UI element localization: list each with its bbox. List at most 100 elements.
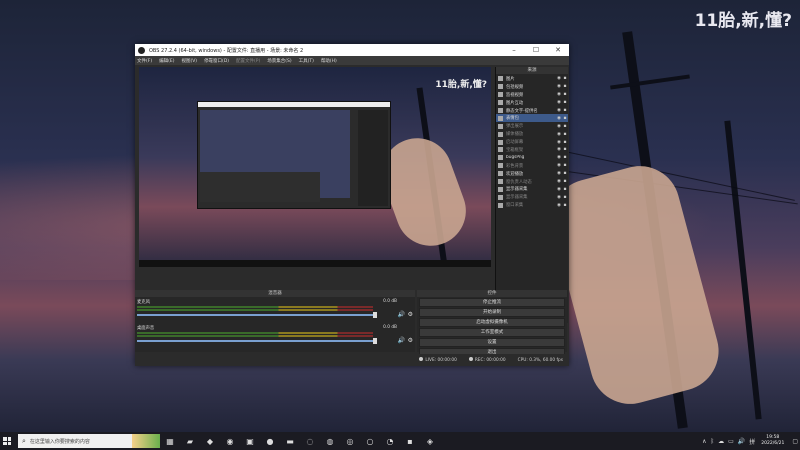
steam-icon[interactable]: ◎ — [343, 435, 357, 447]
menu-item[interactable]: 视图(V) — [181, 58, 197, 64]
menu-item[interactable]: 停靠窗口(D) — [204, 58, 229, 64]
source-item[interactable]: 宝箱框架 ◉ ▪ — [496, 146, 568, 154]
source-item[interactable]: 窗口采集 ◉ ▪ — [496, 201, 568, 209]
speaker-icon[interactable]: 🔊 — [738, 438, 745, 445]
controls-header: 控件 — [417, 290, 567, 297]
source-item[interactable]: 图片互动 ◉ ▪ — [496, 99, 568, 107]
app-icon[interactable]: ▪ — [403, 435, 417, 447]
gear-icon[interactable]: ⚙ — [408, 311, 413, 318]
source-item[interactable]: 监视视频 ◉ ▪ — [496, 91, 568, 99]
app-icon[interactable]: ▣ — [243, 435, 257, 447]
network-icon[interactable]: ▭ — [728, 438, 734, 445]
lock-icon[interactable]: ▪ — [562, 116, 568, 121]
lock-icon[interactable]: ▪ — [562, 147, 568, 152]
source-item[interactable]: 欢迎播放 ◉ ▪ — [496, 170, 568, 178]
volume-slider[interactable] — [137, 338, 377, 344]
lock-icon[interactable]: ▪ — [562, 132, 568, 137]
lock-icon[interactable]: ▪ — [562, 76, 568, 81]
source-item[interactable]: 表情包 ◉ ▪ — [496, 114, 568, 123]
image-icon — [498, 123, 503, 129]
wechat-icon[interactable]: ◍ — [323, 435, 337, 447]
sources-header: 来源 — [496, 67, 568, 74]
obs-icon[interactable]: ● — [263, 435, 277, 447]
title-bar[interactable]: OBS 27.2.4 (64-bit, windows) - 配置文件: 直播用… — [135, 44, 569, 56]
folder-icon — [498, 115, 503, 121]
close-icon[interactable]: ✕ — [547, 46, 569, 54]
source-item[interactable]: 媒体播放 ◉ ▪ — [496, 130, 568, 138]
menu-item[interactable]: 场景集合(S) — [267, 58, 291, 64]
folder-icon[interactable]: ▰ — [183, 435, 197, 447]
image-icon — [498, 76, 503, 82]
speaker-icon[interactable]: 🔊 — [398, 311, 405, 318]
menu-item[interactable]: 编辑(E) — [159, 58, 174, 64]
gear-icon[interactable]: ⚙ — [408, 337, 413, 344]
track-name: 麦克风 — [137, 300, 150, 305]
controls-list: 停止推流 开始录制 启动虚拟摄像机 工作室模式 设置 退出 — [417, 298, 567, 357]
bluetooth-icon[interactable]: ᛒ — [710, 438, 714, 445]
sources-panel: 来源 图片 ◉ ▪ 包括规频 ◉ ▪ 监视视频 ◉ ▪ 图片互动 ◉ ▪ 静态文字-提供名 ◉ ▪ 表情包 ◉ ▪… — [495, 67, 568, 323]
lock-icon[interactable]: ▪ — [562, 108, 568, 113]
menu-item[interactable]: 工具(T) — [299, 58, 314, 64]
menu-item[interactable]: 文件(F) — [137, 58, 152, 64]
lock-icon[interactable]: ▪ — [562, 124, 568, 129]
speaker-icon[interactable]: 🔊 — [398, 337, 405, 344]
clock-app-icon[interactable]: ◔ — [383, 435, 397, 447]
obs-window[interactable]: OBS 27.2.4 (64-bit, windows) - 配置文件: 直播用… — [135, 44, 569, 366]
lock-icon[interactable]: ▪ — [562, 155, 568, 160]
nested-sources — [358, 110, 388, 206]
lock-icon[interactable]: ▪ — [562, 171, 568, 176]
lock-icon[interactable]: ▪ — [562, 140, 568, 145]
lock-icon[interactable]: ▪ — [562, 179, 568, 184]
control-button[interactable]: 设置 — [419, 338, 565, 347]
volume-slider[interactable] — [137, 312, 377, 318]
source-item[interactable]: 窗仇贵人动态 ◉ ▪ — [496, 178, 568, 186]
notification-icon[interactable]: ▢ — [792, 438, 798, 445]
chrome-icon[interactable]: ◉ — [223, 435, 237, 447]
ime-icon[interactable]: 拼 — [749, 437, 755, 446]
source-item[interactable]: 彩色背景 ◉ ▪ — [496, 162, 568, 170]
audio-mixer: 混音器 麦克风 0.0 dB 🔊 ⚙ 桌面声音 0.0 dB 🔊 ⚙ — [135, 290, 415, 352]
taskbar-clock[interactable]: 19:58 2022/6/21 — [761, 435, 784, 447]
scene-preview[interactable]: 11胎,新,懂? — [139, 67, 491, 267]
app-icon[interactable]: ○ — [363, 435, 377, 447]
control-button[interactable]: 启动虚拟摄像机 — [419, 318, 565, 327]
search-icon: ⌕ — [22, 436, 26, 445]
game-icon[interactable]: ◆ — [203, 435, 217, 447]
maximize-icon[interactable]: ☐ — [525, 46, 547, 54]
video-call-icon[interactable]: ▬ — [283, 435, 297, 447]
cloud-icon[interactable]: ☁ — [718, 438, 724, 445]
source-item[interactable]: 图片 ◉ ▪ — [496, 75, 568, 83]
volume-slider-knob[interactable] — [373, 312, 377, 318]
control-button[interactable]: 停止推流 — [419, 298, 565, 307]
start-button[interactable] — [0, 432, 14, 450]
lock-icon[interactable]: ▪ — [562, 195, 568, 200]
source-item[interactable]: 弹出展示 ◉ ▪ — [496, 122, 568, 130]
source-item[interactable]: bugsPng ◉ ▪ — [496, 154, 568, 162]
control-button[interactable]: 工作室模式 — [419, 328, 565, 337]
menu-item[interactable]: 帮助(H) — [321, 58, 337, 64]
lock-icon[interactable]: ▪ — [562, 163, 568, 168]
source-item[interactable]: 显示器采集 ◉ ▪ — [496, 193, 568, 201]
source-item[interactable]: 包括规频 ◉ ▪ — [496, 83, 568, 91]
lock-icon[interactable]: ▪ — [562, 92, 568, 97]
chat-icon[interactable]: ◌ — [303, 435, 317, 447]
source-item[interactable]: 启动屏幕 ◉ ▪ — [496, 138, 568, 146]
globe-icon — [498, 155, 503, 161]
source-item[interactable]: 显示器采集 ◉ ▪ — [496, 185, 568, 193]
menu-bar: 文件(F) 编辑(E) 视图(V) 停靠窗口(D) 配置文件(P) 场景集合(S) 工具(T… — [135, 56, 569, 65]
windows-logo-icon — [3, 437, 11, 445]
lock-icon[interactable]: ▪ — [562, 100, 568, 105]
minimize-icon[interactable]: – — [503, 46, 525, 54]
volume-slider-knob[interactable] — [373, 338, 377, 344]
source-item[interactable]: 静态文字-提供名 ◉ ▪ — [496, 107, 568, 115]
lock-icon[interactable]: ▪ — [562, 84, 568, 89]
controls-panel: 控件 停止推流 开始录制 启动虚拟摄像机 工作室模式 设置 退出 — [417, 290, 567, 357]
app-icon[interactable]: ▦ — [163, 435, 177, 447]
taskbar-search-box[interactable]: ⌕ 在这里输入你要搜索的内容 — [18, 434, 160, 448]
control-button[interactable]: 开始录制 — [419, 308, 565, 317]
menu-item[interactable]: 配置文件(P) — [236, 58, 260, 64]
lock-icon[interactable]: ▪ — [562, 203, 568, 208]
app-icon[interactable]: ◈ — [423, 435, 437, 447]
lock-icon[interactable]: ▪ — [562, 187, 568, 192]
chevron-up-icon[interactable]: ∧ — [702, 438, 706, 445]
